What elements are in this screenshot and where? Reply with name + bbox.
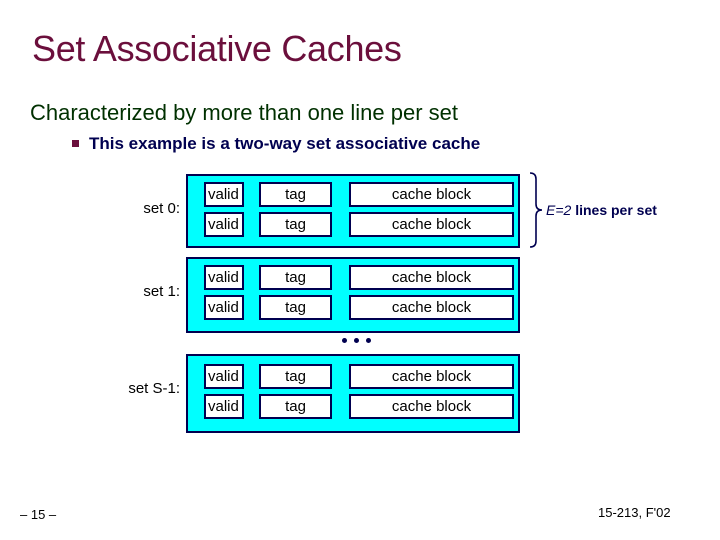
tag-field: tag [259, 212, 332, 237]
valid-bit: valid [204, 265, 244, 290]
ellipsis-dots [341, 336, 375, 346]
valid-bit: valid [204, 295, 244, 320]
e-variable: E=2 [546, 202, 572, 218]
tag-field: tag [259, 394, 332, 419]
valid-bit: valid [204, 182, 244, 207]
set-label-1: set 1: [143, 283, 180, 300]
set-box-1: valid tag cache block valid tag cache bl… [186, 257, 520, 333]
lines-per-set-annotation: E=2 lines per set [546, 202, 657, 218]
set-box-0: valid tag cache block valid tag cache bl… [186, 174, 520, 248]
tag-field: tag [259, 295, 332, 320]
slide-subtitle: Characterized by more than one line per … [30, 100, 459, 125]
cache-block: cache block [349, 364, 514, 389]
page-number: – 15 – [20, 507, 57, 522]
slide-title: Set Associative Caches [32, 28, 402, 69]
course-label: 15-213, F'02 [598, 505, 671, 520]
tag-field: tag [259, 182, 332, 207]
set-box-last: valid tag cache block valid tag cache bl… [186, 354, 520, 433]
curly-brace-icon [529, 172, 543, 248]
tag-field: tag [259, 265, 332, 290]
valid-bit: valid [204, 212, 244, 237]
bullet-square-icon [72, 140, 79, 147]
annotation-text: lines per set [571, 202, 657, 218]
valid-bit: valid [204, 364, 244, 389]
cache-block: cache block [349, 265, 514, 290]
cache-block: cache block [349, 394, 514, 419]
set-label-0: set 0: [143, 200, 180, 217]
set-label-last: set S-1: [128, 380, 180, 397]
cache-block: cache block [349, 182, 514, 207]
dot [342, 338, 347, 343]
cache-block: cache block [349, 295, 514, 320]
cache-block: cache block [349, 212, 514, 237]
tag-field: tag [259, 364, 332, 389]
valid-bit: valid [204, 394, 244, 419]
bullet-text: This example is a two-way set associativ… [89, 134, 481, 153]
dot [366, 338, 371, 343]
dot [354, 338, 359, 343]
